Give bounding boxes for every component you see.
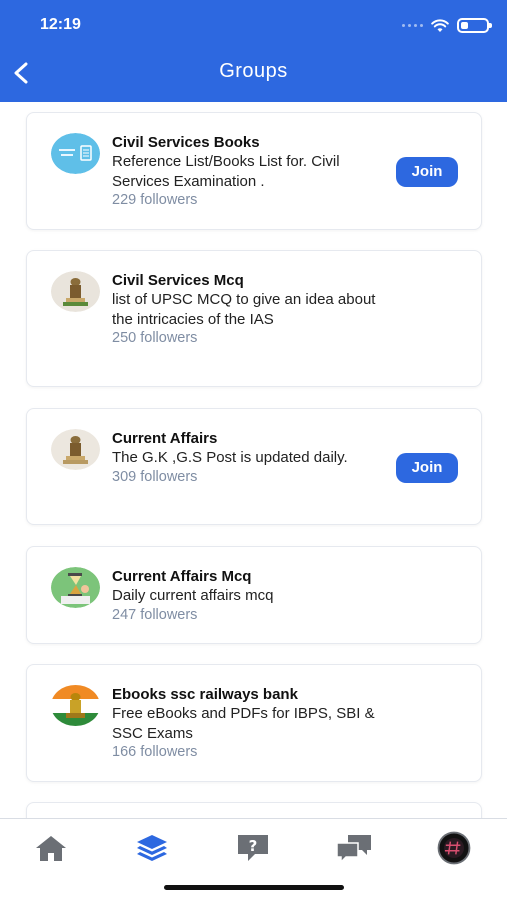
question-icon: ? <box>238 835 268 861</box>
app-bar: 12:19 Groups <box>0 0 507 102</box>
emblem-avatar <box>51 429 100 470</box>
tab-chat[interactable] <box>334 831 374 865</box>
battery-icon <box>457 18 492 33</box>
group-followers: 247 followers <box>112 606 198 623</box>
group-followers: 250 followers <box>112 330 198 346</box>
tab-home[interactable] <box>31 831 71 865</box>
group-card-current-affairs-mcq[interactable]: Current Affairs Mcq Daily current affair… <box>26 546 482 644</box>
group-card-civil-services-books[interactable]: Civil Services Books Reference List/Book… <box>26 112 482 230</box>
wifi-icon <box>431 18 449 32</box>
status-time: 12:19 <box>40 16 81 33</box>
group-name: Civil Services Mcq <box>112 272 244 289</box>
group-card-partial[interactable] <box>26 802 482 818</box>
group-followers: 309 followers <box>112 468 198 485</box>
status-bar: 12:19 <box>0 16 507 36</box>
flag-emblem-avatar <box>51 685 100 726</box>
signal-icon <box>402 24 423 27</box>
group-name: Current Affairs <box>112 430 218 447</box>
group-followers: 229 followers <box>112 192 198 208</box>
svg-text:?: ? <box>249 837 258 855</box>
join-button[interactable]: Join <box>396 157 458 187</box>
group-info: Ebooks ssc railways bank Free eBooks and… <box>112 685 392 762</box>
tab-groups[interactable] <box>132 831 172 865</box>
chat-icon <box>336 835 371 864</box>
group-card-current-affairs[interactable]: Current Affairs The G.K ,G.S Post is upd… <box>26 408 482 525</box>
group-info: Civil Services Mcq list of UPSC MCQ to g… <box>112 271 392 348</box>
group-info: Current Affairs Mcq Daily current affair… <box>112 567 392 625</box>
page-title: Groups <box>219 60 288 82</box>
group-description: Reference List/Books List for. Civil Ser… <box>112 153 340 190</box>
status-icons <box>402 18 492 33</box>
group-description: Daily current affairs mcq <box>112 587 274 604</box>
group-card-civil-services-mcq[interactable]: Civil Services Mcq list of UPSC MCQ to g… <box>26 250 482 387</box>
group-description: Free eBooks and PDFs for IBPS, SBI & SSC… <box>112 705 375 742</box>
group-name: Ebooks ssc railways bank <box>112 686 298 703</box>
books-logo-avatar <box>51 133 100 174</box>
group-followers: 166 followers <box>112 744 198 760</box>
group-name: Current Affairs Mcq <box>112 568 252 585</box>
layers-icon <box>137 835 167 861</box>
group-description: The G.K ,G.S Post is updated daily. <box>112 449 348 466</box>
join-button[interactable]: Join <box>396 453 458 483</box>
group-description: list of UPSC MCQ to give an idea about t… <box>112 291 376 328</box>
emblem-avatar <box>51 271 100 312</box>
group-info: Current Affairs The G.K ,G.S Post is upd… <box>112 429 392 487</box>
groups-list[interactable]: Civil Services Books Reference List/Book… <box>0 102 507 818</box>
profile-avatar <box>437 831 471 865</box>
home-indicator <box>164 885 344 890</box>
tab-profile[interactable] <box>434 831 474 865</box>
study-avatar <box>51 567 100 608</box>
group-info: Civil Services Books Reference List/Book… <box>112 133 392 210</box>
home-icon <box>36 836 66 861</box>
group-name: Civil Services Books <box>112 134 260 151</box>
group-card-ebooks-ssc[interactable]: Ebooks ssc railways bank Free eBooks and… <box>26 664 482 782</box>
battery-level <box>461 22 468 29</box>
tab-questions[interactable]: ? <box>233 831 273 865</box>
